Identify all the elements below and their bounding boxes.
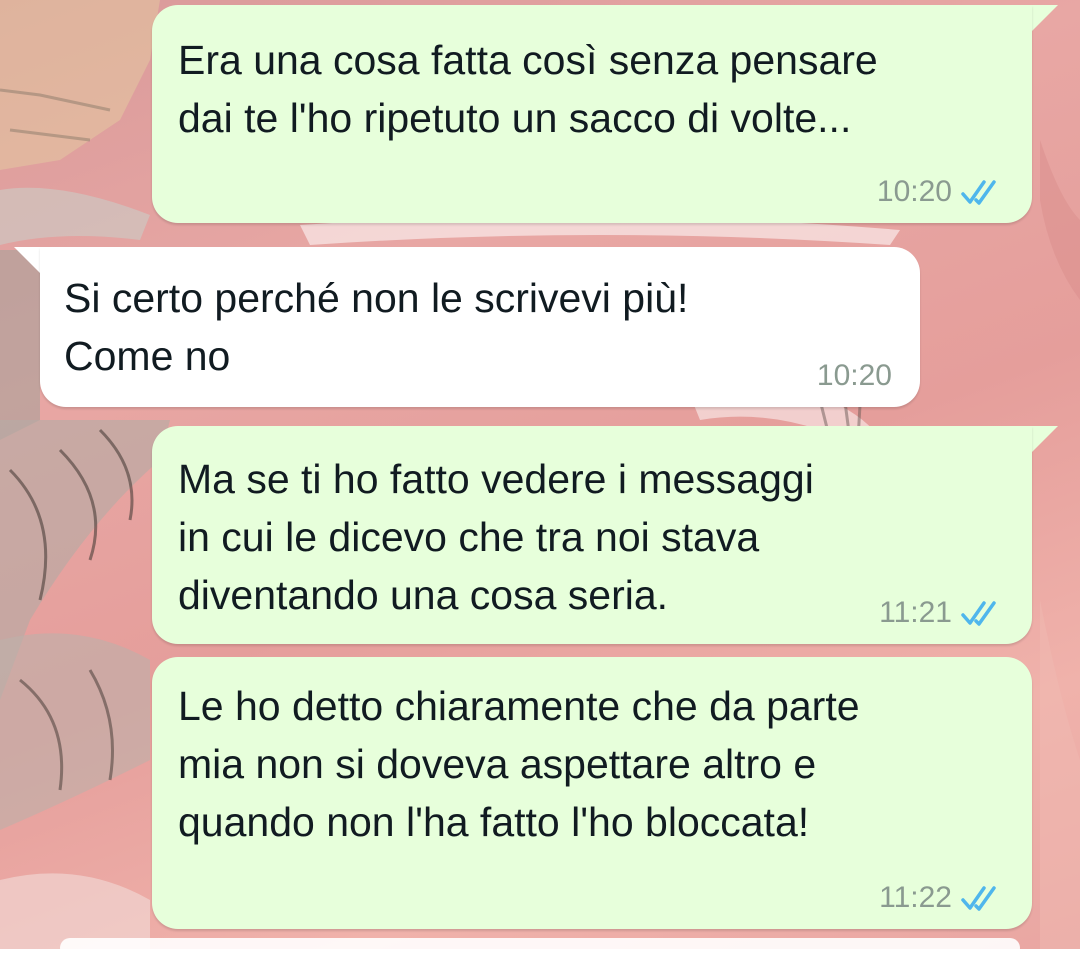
message-time: 11:21	[879, 596, 952, 629]
double-check-read-icon	[961, 180, 996, 205]
outgoing-message[interactable]: Le ho detto chiaramente che da parte mia…	[152, 657, 1032, 929]
message-meta: 11:21	[879, 596, 1004, 630]
message-time: 10:20	[816, 359, 892, 392]
outgoing-message[interactable]: Era una cosa fatta così senza pensare da…	[152, 5, 1032, 223]
message-meta: 10:20	[877, 175, 1004, 209]
next-message-edge	[60, 938, 1020, 958]
double-check-read-icon	[961, 886, 996, 911]
bubble-tail	[1032, 5, 1058, 31]
message-time: 10:20	[876, 175, 952, 208]
message-text: Era una cosa fatta così senza pensare da…	[178, 37, 878, 141]
message-meta: 11:22	[879, 881, 1004, 915]
bubble-tail	[14, 247, 40, 273]
message-time: 11:22	[879, 881, 952, 914]
outgoing-message[interactable]: Ma se ti ho fatto vedere i messaggi in c…	[152, 426, 1032, 644]
message-text: Ma se ti ho fatto vedere i messaggi in c…	[178, 456, 814, 618]
bubble-tail	[1032, 426, 1058, 452]
incoming-message[interactable]: Si certo perché non le scrivevi più! Com…	[40, 247, 920, 407]
message-text: Le ho detto chiaramente che da parte mia…	[178, 683, 860, 845]
message-text: Si certo perché non le scrivevi più! Com…	[64, 275, 689, 379]
message-meta: 10:20	[817, 359, 892, 393]
double-check-read-icon	[961, 601, 996, 626]
